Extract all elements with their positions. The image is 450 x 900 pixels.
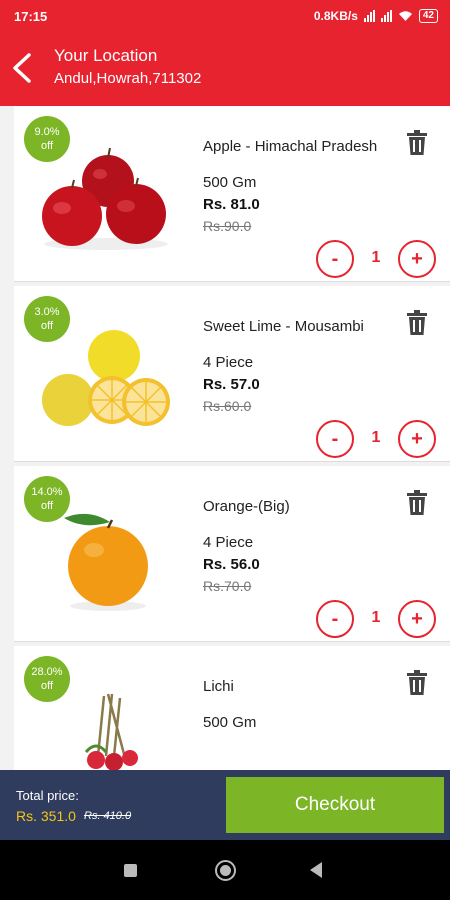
product-price: Rs. 57.0 (203, 376, 260, 393)
discount-off: off (40, 140, 54, 152)
discount-badge: 3.0% off (24, 296, 70, 342)
decrease-button[interactable]: - (316, 240, 354, 278)
discount-percent: 28.0% (31, 666, 63, 678)
discount-off: off (40, 320, 54, 332)
location-title: Your Location (54, 46, 158, 65)
cart-item: 3.0% off Sweet Lime - Mousambi 4 Piece R… (14, 286, 450, 462)
status-bar: 17:15 0.8KB/s 42 (0, 0, 450, 32)
product-mrp: Rs.60.0 (203, 398, 252, 414)
back-button[interactable] (4, 46, 40, 90)
decrease-button[interactable]: - (316, 600, 354, 638)
discount-percent: 3.0% (34, 306, 60, 318)
product-price: Rs. 81.0 (203, 196, 260, 213)
system-nav-bar (0, 840, 450, 900)
item-count: 1 (371, 249, 381, 266)
cart-item: 9.0% off Apple - Himachal Pradesh 500 Gm… (14, 106, 450, 282)
discount-badge: 14.0% off (24, 476, 70, 522)
increase-button[interactable]: + (398, 600, 436, 638)
back-arrow-icon (13, 53, 31, 83)
signal-2-icon (380, 10, 392, 22)
discount-badge: 28.0% off (24, 656, 70, 702)
location-header: Your Location Andul,Howrah,711302 (0, 32, 450, 106)
decrease-button[interactable]: - (316, 420, 354, 458)
cart-list[interactable]: 9.0% off Apple - Himachal Pradesh 500 Gm… (0, 106, 450, 770)
delete-icon[interactable] (405, 490, 429, 516)
increase-button[interactable]: + (398, 420, 436, 458)
total-label: Total price: (16, 788, 79, 803)
discount-off: off (40, 500, 54, 512)
product-quantity: 4 Piece (203, 354, 254, 371)
wifi-icon (398, 11, 412, 21)
product-quantity: 500 Gm (203, 714, 257, 731)
discount-percent: 14.0% (31, 486, 63, 498)
delete-icon[interactable] (405, 670, 429, 696)
location-address[interactable]: Andul,Howrah,711302 (54, 70, 201, 87)
network-speed: 0.8KB/s (313, 9, 358, 23)
status-time: 17:15 (14, 8, 48, 24)
product-name: Apple - Himachal Pradesh (203, 138, 378, 155)
checkout-button[interactable]: Checkout (226, 777, 444, 833)
product-mrp: Rs.90.0 (203, 218, 252, 234)
product-quantity: 4 Piece (203, 534, 254, 551)
cart-item: 28.0% off Lichi 500 Gm (14, 646, 450, 770)
product-mrp: Rs.70.0 (203, 578, 252, 594)
product-name: Orange-(Big) (203, 498, 290, 515)
discount-percent: 9.0% (34, 126, 60, 138)
item-count: 1 (371, 429, 381, 446)
signal-icon (363, 10, 375, 22)
product-name: Sweet Lime - Mousambi (203, 318, 364, 335)
total-mrp: Rs. 410.0 (84, 810, 132, 822)
checkout-bar: Total price: Rs. 351.0 Rs. 410.0 Checkou… (0, 770, 450, 840)
increase-button[interactable]: + (398, 240, 436, 278)
item-count: 1 (371, 609, 381, 626)
recent-apps-icon[interactable] (124, 864, 137, 877)
product-quantity: 500 Gm (203, 174, 257, 191)
total-price: Rs. 351.0 (16, 808, 76, 824)
status-icons: 0.8KB/s 42 (314, 9, 438, 23)
delete-icon[interactable] (405, 130, 429, 156)
discount-off: off (40, 680, 54, 692)
back-nav-icon[interactable] (310, 862, 322, 878)
battery-icon: 42 (418, 9, 438, 23)
product-price: Rs. 56.0 (203, 556, 260, 573)
cart-item: 14.0% off Orange-(Big) 4 Piece Rs. 56.0 … (14, 466, 450, 642)
product-name: Lichi (203, 678, 234, 695)
discount-badge: 9.0% off (24, 116, 70, 162)
delete-icon[interactable] (405, 310, 429, 336)
home-icon[interactable] (215, 860, 236, 881)
